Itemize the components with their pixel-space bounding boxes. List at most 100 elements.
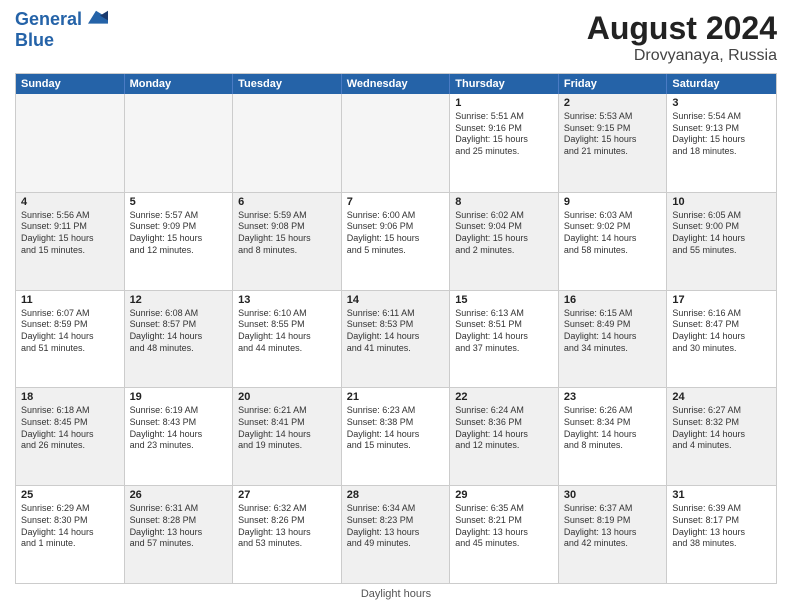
cell-line: Sunset: 9:11 PM (21, 221, 119, 233)
cell-line: and 58 minutes. (564, 245, 662, 257)
cal-cell-2-6: 9Sunrise: 6:03 AMSunset: 9:02 PMDaylight… (559, 193, 668, 290)
cell-line: Daylight: 13 hours (564, 527, 662, 539)
day-number: 9 (564, 196, 662, 208)
cell-line: Sunrise: 6:32 AM (238, 503, 336, 515)
day-number: 4 (21, 196, 119, 208)
cell-line: Sunrise: 6:16 AM (672, 308, 771, 320)
cal-cell-3-6: 16Sunrise: 6:15 AMSunset: 8:49 PMDayligh… (559, 291, 668, 388)
cal-cell-1-4 (342, 94, 451, 192)
cell-line: and 45 minutes. (455, 538, 553, 550)
cell-line: Daylight: 15 hours (455, 233, 553, 245)
cell-line: and 18 minutes. (672, 146, 771, 158)
cell-line: Daylight: 14 hours (130, 331, 228, 343)
cal-cell-4-2: 19Sunrise: 6:19 AMSunset: 8:43 PMDayligh… (125, 388, 234, 485)
cell-line: Sunrise: 5:56 AM (21, 210, 119, 222)
day-number: 17 (672, 294, 771, 306)
cell-line: and 44 minutes. (238, 343, 336, 355)
cell-line: Sunrise: 6:31 AM (130, 503, 228, 515)
cell-line: Sunrise: 6:21 AM (238, 405, 336, 417)
cell-line: Daylight: 13 hours (130, 527, 228, 539)
cell-line: Sunset: 9:08 PM (238, 221, 336, 233)
cell-line: Daylight: 14 hours (672, 233, 771, 245)
cell-line: Sunset: 8:41 PM (238, 417, 336, 429)
cal-cell-2-2: 5Sunrise: 5:57 AMSunset: 9:09 PMDaylight… (125, 193, 234, 290)
cal-cell-3-3: 13Sunrise: 6:10 AMSunset: 8:55 PMDayligh… (233, 291, 342, 388)
calendar-row-1: 1Sunrise: 5:51 AMSunset: 9:16 PMDaylight… (16, 94, 776, 192)
cell-line: Daylight: 14 hours (347, 429, 445, 441)
cell-line: and 19 minutes. (238, 440, 336, 452)
calendar-row-5: 25Sunrise: 6:29 AMSunset: 8:30 PMDayligh… (16, 485, 776, 583)
weekday-header-tuesday: Tuesday (233, 74, 342, 94)
calendar-row-3: 11Sunrise: 6:07 AMSunset: 8:59 PMDayligh… (16, 290, 776, 388)
cal-cell-4-3: 20Sunrise: 6:21 AMSunset: 8:41 PMDayligh… (233, 388, 342, 485)
cell-line: and 15 minutes. (347, 440, 445, 452)
cal-cell-2-7: 10Sunrise: 6:05 AMSunset: 9:00 PMDayligh… (667, 193, 776, 290)
cell-line: Sunrise: 6:10 AM (238, 308, 336, 320)
calendar-body: 1Sunrise: 5:51 AMSunset: 9:16 PMDaylight… (16, 94, 776, 583)
cal-cell-2-5: 8Sunrise: 6:02 AMSunset: 9:04 PMDaylight… (450, 193, 559, 290)
day-number: 15 (455, 294, 553, 306)
cell-line: Daylight: 15 hours (455, 134, 553, 146)
cell-line: Sunset: 8:59 PM (21, 319, 119, 331)
cell-line: Sunrise: 5:57 AM (130, 210, 228, 222)
cell-line: Daylight: 13 hours (672, 527, 771, 539)
page: General Blue August 2024 Drovyanaya, Rus… (0, 0, 792, 612)
cell-line: Daylight: 14 hours (672, 331, 771, 343)
calendar-row-2: 4 Sunrise: 5:56 AMSunset: 9:11 PM Daylight… (16, 192, 776, 290)
cell-line: Sunrise: 5:59 AM (238, 210, 336, 222)
calendar: SundayMondayTuesdayWednesdayThursdayFrid… (15, 73, 777, 584)
cell-line: Sunset: 9:13 PM (672, 123, 771, 135)
cell-line: Sunset: 9:04 PM (455, 221, 553, 233)
cell-line: Sunset: 8:36 PM (455, 417, 553, 429)
logo-blue: Blue (15, 30, 108, 51)
cal-cell-1-2 (125, 94, 234, 192)
cal-cell-3-5: 15Sunrise: 6:13 AMSunset: 8:51 PMDayligh… (450, 291, 559, 388)
cell-line: and 48 minutes. (130, 343, 228, 355)
weekday-header-wednesday: Wednesday (342, 74, 451, 94)
cell-line: and 41 minutes. (347, 343, 445, 355)
cal-cell-1-7: 3Sunrise: 5:54 AMSunset: 9:13 PMDaylight… (667, 94, 776, 192)
footer-note: Daylight hours (15, 584, 777, 602)
cell-line: Sunset: 8:23 PM (347, 515, 445, 527)
cell-line: Sunset: 8:32 PM (672, 417, 771, 429)
cell-line: Sunset: 8:53 PM (347, 319, 445, 331)
cell-line: Daylight: 14 hours (564, 429, 662, 441)
cal-cell-2-3: 6 Sunrise: 5:59 AMSunset: 9:08 PMDaylight… (233, 193, 342, 290)
cell-line: Daylight: 15 hours (238, 233, 336, 245)
cell-line: Sunset: 9:06 PM (347, 221, 445, 233)
cell-line: Sunrise: 6:34 AM (347, 503, 445, 515)
cal-cell-5-1: 25Sunrise: 6:29 AMSunset: 8:30 PMDayligh… (16, 486, 125, 583)
day-number: 20 (238, 391, 336, 403)
cell-line: Sunrise: 6:00 AM (347, 210, 445, 222)
cell-line: Sunrise: 6:03 AM (564, 210, 662, 222)
cell-line: and 8 minutes. (564, 440, 662, 452)
calendar-header: SundayMondayTuesdayWednesdayThursdayFrid… (16, 74, 776, 94)
day-number: 16 (564, 294, 662, 306)
cell-line: Sunrise: 6:35 AM (455, 503, 553, 515)
cell-line: Daylight: 14 hours (455, 331, 553, 343)
day-number: 3 (672, 97, 771, 109)
cal-cell-3-2: 12Sunrise: 6:08 AMSunset: 8:57 PMDayligh… (125, 291, 234, 388)
day-number: 21 (347, 391, 445, 403)
weekday-header-sunday: Sunday (16, 74, 125, 94)
cell-line: Sunrise: 5:53 AM (564, 111, 662, 123)
cal-cell-5-6: 30Sunrise: 6:37 AMSunset: 8:19 PMDayligh… (559, 486, 668, 583)
cell-line: Sunrise: 6:27 AM (672, 405, 771, 417)
day-number: 26 (130, 489, 228, 501)
cal-cell-3-1: 11Sunrise: 6:07 AMSunset: 8:59 PMDayligh… (16, 291, 125, 388)
cell-line: Sunrise: 6:02 AM (455, 210, 553, 222)
cell-line: Sunset: 8:21 PM (455, 515, 553, 527)
cell-line: Sunrise: 6:19 AM (130, 405, 228, 417)
cell-line: Sunset: 8:38 PM (347, 417, 445, 429)
cell-line: and 42 minutes. (564, 538, 662, 550)
logo-icon (84, 8, 108, 28)
day-number: 10 (672, 196, 771, 208)
cell-line: Daylight: 15 hours (672, 134, 771, 146)
cell-line: Sunset: 8:34 PM (564, 417, 662, 429)
cell-line: and 12 minutes. (455, 440, 553, 452)
weekday-header-thursday: Thursday (450, 74, 559, 94)
cell-line: and 12 minutes. (130, 245, 228, 257)
cell-line: Daylight: 13 hours (347, 527, 445, 539)
day-number: 6 (238, 196, 336, 208)
cell-line: Sunset: 8:30 PM (21, 515, 119, 527)
